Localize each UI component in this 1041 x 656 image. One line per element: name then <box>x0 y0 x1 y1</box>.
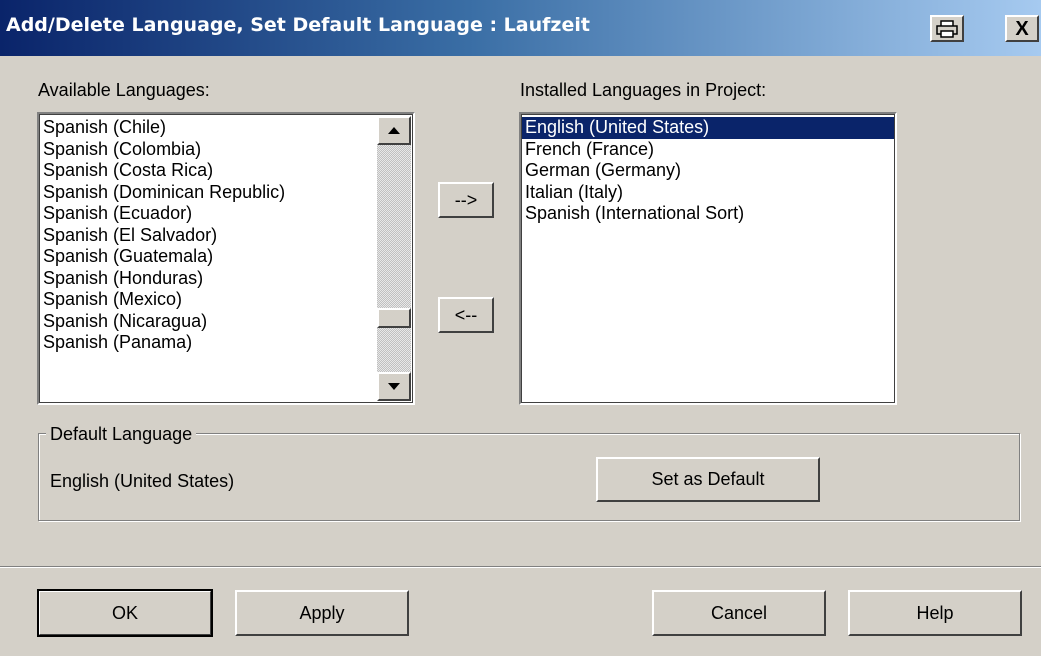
installed-languages-list[interactable]: English (United States) French (France) … <box>519 112 897 405</box>
close-icon: X <box>1015 17 1029 40</box>
vertical-scrollbar[interactable] <box>377 116 411 401</box>
scroll-down-button[interactable] <box>377 372 411 401</box>
list-item[interactable]: Spanish (Panama) <box>39 332 413 354</box>
list-item-selected[interactable]: English (United States) <box>521 117 895 139</box>
scroll-up-button[interactable] <box>377 116 411 145</box>
default-language-value: English (United States) <box>50 471 235 491</box>
list-item[interactable]: Spanish (International Sort) <box>521 203 895 225</box>
list-item[interactable]: Spanish (Costa Rica) <box>39 160 413 182</box>
list-item[interactable]: Spanish (Guatemala) <box>39 246 413 268</box>
apply-button[interactable]: Apply <box>235 590 409 636</box>
add-language-button[interactable]: --> <box>438 182 494 218</box>
available-languages-list[interactable]: Spanish (Chile) Spanish (Colombia) Spani… <box>37 112 415 405</box>
default-language-group-label: Default Language <box>46 424 197 445</box>
installed-items: English (United States) French (France) … <box>521 114 895 225</box>
printer-icon <box>936 19 958 38</box>
installed-languages-label: Installed Languages in Project: <box>520 80 767 100</box>
language-dialog: Add/Delete Language, Set Default Languag… <box>0 0 1041 656</box>
help-button[interactable]: Help <box>848 590 1022 636</box>
ok-button[interactable]: OK <box>37 589 213 637</box>
list-item[interactable]: Spanish (Colombia) <box>39 139 413 161</box>
cancel-button[interactable]: Cancel <box>652 590 826 636</box>
list-item[interactable]: Italian (Italy) <box>521 182 895 204</box>
list-item[interactable]: Spanish (Mexico) <box>39 289 413 311</box>
available-items: Spanish (Chile) Spanish (Colombia) Spani… <box>39 114 413 354</box>
list-item[interactable]: Spanish (Honduras) <box>39 268 413 290</box>
title-bar[interactable]: Add/Delete Language, Set Default Languag… <box>0 0 1041 56</box>
remove-language-button[interactable]: <-- <box>438 297 494 333</box>
list-item[interactable]: French (France) <box>521 139 895 161</box>
window-title: Add/Delete Language, Set Default Languag… <box>6 14 590 36</box>
close-button[interactable]: X <box>1005 15 1039 42</box>
list-item[interactable]: Spanish (Chile) <box>39 117 413 139</box>
set-as-default-button[interactable]: Set as Default <box>596 457 820 502</box>
list-item[interactable]: Spanish (El Salvador) <box>39 225 413 247</box>
list-item[interactable]: Spanish (Nicaragua) <box>39 311 413 333</box>
list-item[interactable]: Spanish (Ecuador) <box>39 203 413 225</box>
separator <box>0 566 1041 568</box>
available-languages-label: Available Languages: <box>38 80 210 100</box>
scroll-thumb[interactable] <box>377 308 411 328</box>
list-item[interactable]: Spanish (Dominican Republic) <box>39 182 413 204</box>
arrow-down-icon <box>388 383 400 390</box>
print-button[interactable] <box>930 15 964 42</box>
arrow-up-icon <box>388 127 400 134</box>
list-item[interactable]: German (Germany) <box>521 160 895 182</box>
